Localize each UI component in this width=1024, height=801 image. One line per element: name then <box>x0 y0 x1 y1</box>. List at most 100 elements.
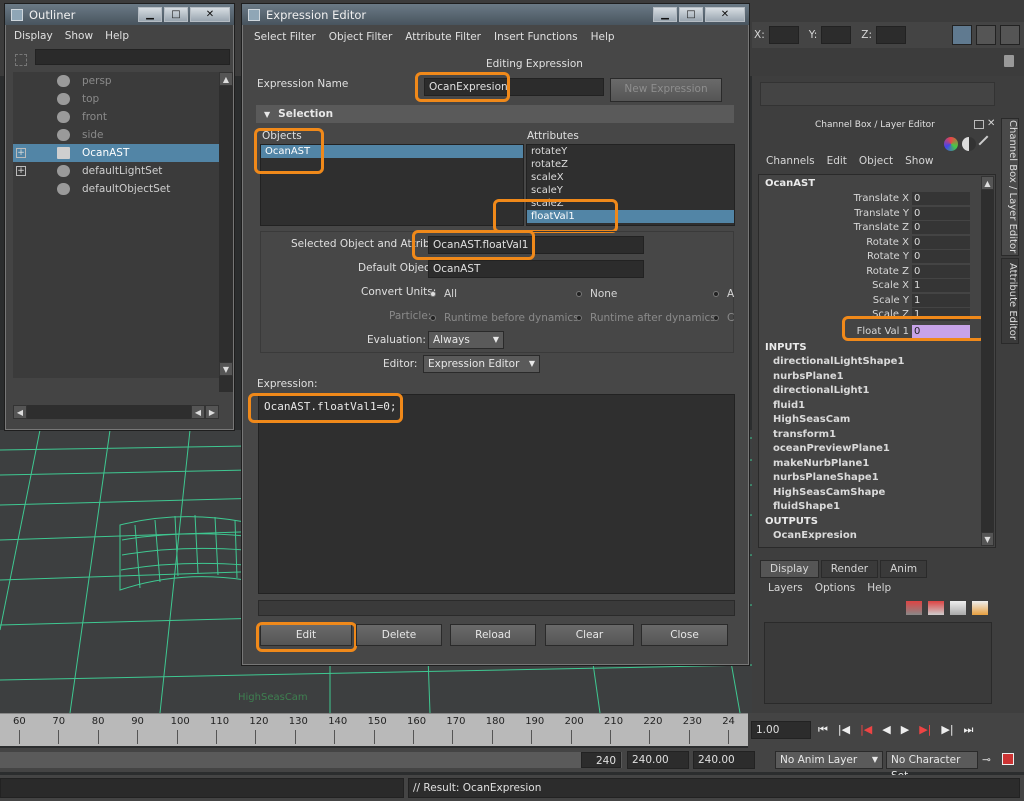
input-node[interactable]: nurbsPlaneShape1 <box>759 471 995 486</box>
channel-row[interactable]: Rotate X0 <box>759 235 995 250</box>
evaluation-dropdown[interactable]: Always ▼ <box>428 331 504 349</box>
step-back-key-icon[interactable]: |◀ <box>838 723 850 737</box>
list-item[interactable]: scaleX <box>527 171 734 184</box>
key-icon[interactable]: ⊸ <box>982 754 991 766</box>
menu-display[interactable]: Display <box>14 30 53 42</box>
convert-units-none-radio[interactable]: None <box>576 288 617 300</box>
channel-value[interactable]: 0 <box>912 250 970 264</box>
input-node[interactable]: directionalLightShape1 <box>759 355 995 370</box>
attribute-editor-toggle-icon[interactable] <box>976 25 996 45</box>
maximize-button[interactable]: □ <box>679 7 703 22</box>
list-item[interactable]: defaultObjectSet <box>13 180 219 198</box>
default-object-field[interactable]: OcanAST <box>428 260 644 278</box>
input-node[interactable]: HighSeasCamShape <box>759 486 995 501</box>
float-icon[interactable] <box>974 120 984 129</box>
y-field[interactable] <box>821 26 852 44</box>
list-item[interactable]: persp <box>13 72 219 90</box>
delete-button[interactable]: Delete <box>356 624 442 646</box>
outliner-horizontal-scrollbar[interactable]: ◀ ◀ ▶ <box>13 405 219 419</box>
list-item[interactable]: + defaultLightSet <box>13 162 219 180</box>
menu-channels[interactable]: Channels <box>766 155 815 167</box>
expression-text-area[interactable]: OcanAST.floatVal1=0; <box>258 394 735 594</box>
channel-value[interactable]: 0 <box>912 221 970 235</box>
input-node[interactable]: directionalLight1 <box>759 384 995 399</box>
reload-button[interactable]: Reload <box>450 624 536 646</box>
tab-display[interactable]: Display <box>760 560 819 578</box>
character-set-dropdown[interactable]: No Character Set <box>886 751 978 782</box>
list-item[interactable]: top <box>13 90 219 108</box>
scroll-left-button[interactable]: ◀ <box>191 405 205 419</box>
filter-icon[interactable] <box>15 54 27 66</box>
tab-attribute-editor[interactable]: Attribute Editor <box>1001 258 1019 344</box>
selection-section-header[interactable]: ▼ Selection <box>256 105 734 123</box>
tab-anim[interactable]: Anim <box>880 560 928 578</box>
channel-value[interactable]: 0 <box>912 206 970 220</box>
scroll-up-button[interactable]: ▲ <box>981 176 994 190</box>
input-node[interactable]: fluid1 <box>759 399 995 414</box>
channel-box-scrollbar[interactable]: ▲ ▼ <box>981 176 994 546</box>
input-node[interactable]: fluidShape1 <box>759 500 995 515</box>
list-item[interactable]: front <box>13 108 219 126</box>
menu-help[interactable]: Help <box>867 582 891 594</box>
outliner-list[interactable]: persp top front side + OcanAST + defaultLi… <box>13 72 219 378</box>
z-field[interactable] <box>876 26 907 44</box>
step-forward-key-icon[interactable]: ▶| <box>941 723 953 737</box>
maximize-button[interactable]: □ <box>164 7 188 22</box>
convert-units-angular-radio[interactable]: A <box>713 288 734 300</box>
list-item[interactable]: + OcanAST <box>13 144 219 162</box>
anim-layer-dropdown[interactable]: No Anim Layer ▼ <box>775 751 883 769</box>
step-back-frame-icon[interactable]: |◀ <box>860 723 872 737</box>
command-input[interactable] <box>0 778 404 798</box>
layer-list[interactable] <box>764 622 992 704</box>
outliner-vertical-scrollbar[interactable]: ▲ ▼ <box>219 72 233 392</box>
scroll-left-button[interactable]: ◀ <box>13 405 27 419</box>
menu-object-filter[interactable]: Object Filter <box>329 31 393 43</box>
list-item[interactable]: rotateY <box>527 145 734 158</box>
close-button[interactable]: ✕ <box>190 7 230 22</box>
go-to-start-icon[interactable]: ⏮ <box>818 723 828 737</box>
scroll-right-button[interactable]: ▶ <box>205 405 219 419</box>
particle-creation-radio[interactable]: C <box>713 312 734 324</box>
close-dialog-button[interactable]: Close <box>641 624 728 646</box>
list-item[interactable]: scaleY <box>527 184 734 197</box>
play-forward-icon[interactable]: ▶ <box>901 723 909 737</box>
contrast-icon[interactable] <box>962 137 976 151</box>
menu-show[interactable]: Show <box>905 155 933 167</box>
menu-help[interactable]: Help <box>591 31 615 43</box>
new-layer-icon[interactable] <box>906 601 922 615</box>
menu-attribute-filter[interactable]: Attribute Filter <box>405 31 481 43</box>
minimize-button[interactable]: ▁ <box>138 7 162 22</box>
range-end-field[interactable]: 240 <box>581 752 621 768</box>
channel-value[interactable]: 1 <box>912 293 970 307</box>
expand-icon[interactable]: + <box>16 166 26 176</box>
output-node[interactable]: OcanExpresion <box>759 529 995 544</box>
playback-end-field[interactable]: 240.00 <box>693 751 755 769</box>
outliner-titlebar[interactable]: Outliner ▁ □ ✕ <box>5 4 234 25</box>
list-item[interactable]: rotateZ <box>527 158 734 171</box>
tab-channel-box-layer-editor[interactable]: Channel Box / Layer Editor <box>1001 118 1019 256</box>
channel-value[interactable]: 0 <box>912 192 970 206</box>
channel-row[interactable]: Translate Y0 <box>759 206 995 221</box>
particle-after-radio[interactable]: Runtime after dynamics <box>576 312 716 324</box>
menu-insert-functions[interactable]: Insert Functions <box>494 31 578 43</box>
channel-value[interactable]: 1 <box>912 279 970 293</box>
color-icon[interactable] <box>944 137 958 151</box>
playback-start-field[interactable]: 240.00 <box>627 751 689 769</box>
channel-box-toggle-icon[interactable] <box>952 25 972 45</box>
menu-select-filter[interactable]: Select Filter <box>254 31 316 43</box>
range-slider[interactable] <box>0 752 622 768</box>
channel-value[interactable]: 0 <box>912 235 970 249</box>
input-node[interactable]: transform1 <box>759 428 995 443</box>
channel-value[interactable]: 0 <box>912 264 970 278</box>
clear-button[interactable]: Clear <box>545 624 634 646</box>
input-node[interactable]: nurbsPlane1 <box>759 370 995 385</box>
scroll-down-button[interactable]: ▼ <box>219 362 233 376</box>
outliner-filter-field[interactable] <box>35 49 230 65</box>
go-to-end-icon[interactable]: ⏭ <box>964 723 974 737</box>
x-field[interactable] <box>768 26 799 44</box>
current-frame-field[interactable]: 1.00 <box>751 721 811 739</box>
menu-edit[interactable]: Edit <box>827 155 847 167</box>
channel-row[interactable]: Scale X1 <box>759 279 995 294</box>
scroll-down-button[interactable]: ▼ <box>981 532 994 546</box>
tab-render[interactable]: Render <box>820 560 879 578</box>
